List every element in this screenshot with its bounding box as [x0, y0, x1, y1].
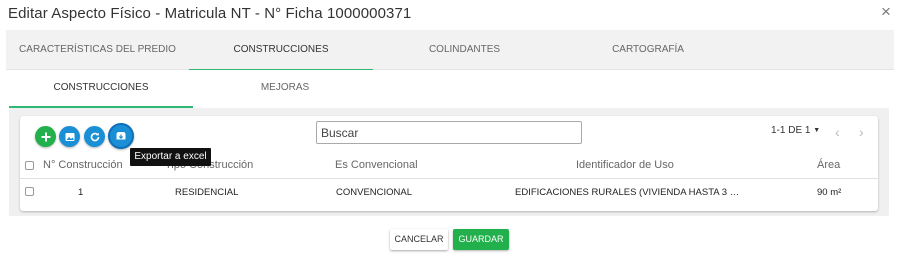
cancel-button[interactable]: CANCELAR — [390, 229, 448, 250]
add-icon — [41, 132, 50, 141]
add-button[interactable] — [35, 126, 56, 147]
image-button[interactable] — [59, 126, 80, 147]
prev-page-icon[interactable]: ‹ — [835, 124, 840, 140]
cell-area: 90 m² — [817, 187, 842, 198]
save-button[interactable]: GUARDAR — [453, 229, 509, 250]
header-es-convencional[interactable]: Es Convencional — [335, 159, 418, 171]
pagination-select[interactable]: 1-1 DE 1 ▼ — [771, 125, 820, 136]
row-checkbox[interactable] — [25, 187, 34, 196]
dialog-header: Editar Aspecto Físico - Matricula NT - N… — [0, 0, 900, 30]
select-all-checkbox[interactable] — [25, 161, 34, 170]
cell-es-convencional: CONVENCIONAL — [336, 187, 413, 198]
tab-cartografia[interactable]: CARTOGRAFÍA — [556, 30, 740, 70]
cell-n-construccion: 1 — [78, 187, 84, 198]
export-tooltip: Exportar a excel — [130, 148, 211, 166]
search-input[interactable] — [316, 121, 582, 144]
subtab-construcciones[interactable]: CONSTRUCCIONES — [9, 70, 193, 108]
cell-tipo-construccion: RESIDENCIAL — [175, 187, 239, 198]
header-area[interactable]: Área — [817, 159, 840, 171]
close-icon[interactable]: × — [878, 3, 894, 21]
header-divider — [20, 178, 878, 179]
tab-caracteristicas-del-predio[interactable]: CARACTERÍSTICAS DEL PREDIO — [6, 30, 189, 70]
export-excel-button[interactable] — [108, 123, 134, 149]
sub-tabs: CONSTRUCCIONES MEJORAS — [6, 70, 894, 108]
refresh-button[interactable] — [84, 126, 105, 147]
subtab-mejoras[interactable]: MEJORAS — [193, 70, 377, 108]
refresh-icon — [90, 132, 99, 141]
pagination-label: 1-1 DE 1 — [771, 125, 811, 136]
header-identificador-de-uso[interactable]: Identificador de Uso — [576, 159, 674, 171]
image-icon — [65, 132, 74, 141]
tab-construcciones[interactable]: CONSTRUCCIONES — [189, 30, 373, 71]
cell-identificador-de-uso: EDIFICACIONES RURALES (VIVIENDA HASTA 3 … — [515, 187, 740, 198]
export-excel-icon — [116, 132, 126, 140]
dialog-title: Editar Aspecto Físico - Matricula NT - N… — [8, 5, 412, 22]
chevron-down-icon: ▼ — [813, 127, 821, 134]
main-tabs: CARACTERÍSTICAS DEL PREDIO CONSTRUCCIONE… — [6, 30, 894, 71]
header-n-construccion[interactable]: N° Construcción — [43, 159, 123, 171]
next-page-icon[interactable]: › — [859, 124, 864, 140]
tab-colindantes[interactable]: COLINDANTES — [373, 30, 556, 70]
